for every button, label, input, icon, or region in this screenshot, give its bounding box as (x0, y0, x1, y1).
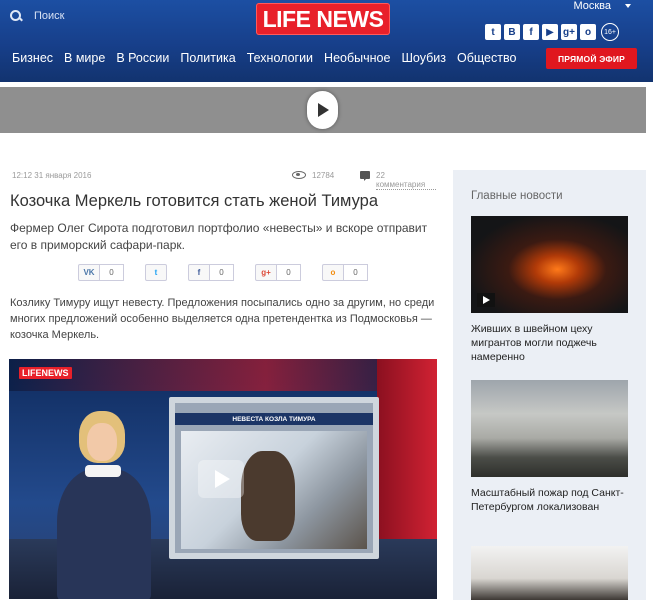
social-links: t В f ▶ g+ о 16+ (485, 23, 619, 41)
city-label[interactable]: Москва (573, 0, 611, 12)
share-count: 0 (210, 264, 234, 281)
screen-caption: НЕВЕСТА КОЗЛА ТИМУРА (175, 413, 373, 425)
city-selector[interactable]: Москва (573, 0, 631, 12)
live-broadcast-button[interactable]: ПРЯМОЙ ЭФИР (546, 48, 637, 69)
news-item[interactable] (471, 546, 628, 600)
share-odnoklassniki-button[interactable]: о 0 (322, 264, 368, 281)
site-logo[interactable]: LIFE NEWS (256, 3, 390, 35)
nav-item-politics[interactable]: Политика (180, 51, 235, 65)
chevron-down-icon[interactable] (625, 4, 631, 8)
article-body: Козлику Тимуру ищут невесту. Предложения… (10, 297, 435, 341)
article-title: Козочка Меркель готовится стать женой Ти… (10, 192, 378, 210)
play-icon[interactable] (307, 91, 338, 129)
play-icon[interactable] (198, 460, 244, 498)
logo-part-news: NEWS (316, 5, 384, 32)
view-count: 12784 (312, 171, 335, 180)
share-vk-button[interactable]: VK 0 (78, 264, 124, 281)
nav-item-showbiz[interactable]: Шоубиз (401, 51, 446, 65)
share-buttons: VK 0 t f 0 g+ 0 о 0 (78, 264, 368, 281)
vk-icon[interactable]: VK (78, 264, 100, 281)
nav-item-world[interactable]: В мире (64, 51, 105, 65)
share-googleplus-button[interactable]: g+ 0 (255, 264, 301, 281)
goat-figure (241, 451, 295, 541)
facebook-icon[interactable]: f (523, 24, 539, 40)
age-rating-badge: 16+ (601, 23, 619, 41)
top-news-sidebar: Главные новости Живших в швейном цеху ми… (453, 170, 646, 600)
news-caption[interactable]: Масштабный пожар под Санкт-Петербургом л… (471, 486, 628, 514)
facebook-icon[interactable]: f (188, 264, 210, 281)
studio-backdrop (9, 359, 437, 391)
nav-item-society[interactable]: Общество (457, 51, 516, 65)
comments-link[interactable]: 22 комментария (376, 171, 436, 190)
presenter-collar (85, 465, 121, 477)
nav-item-russia[interactable]: В России (116, 51, 169, 65)
nav-item-technology[interactable]: Технологии (247, 51, 313, 65)
odnoklassniki-icon[interactable]: о (322, 264, 344, 281)
odnoklassniki-icon[interactable]: о (580, 24, 596, 40)
googleplus-icon[interactable]: g+ (561, 24, 577, 40)
presenter-face (87, 423, 117, 461)
article-video-player[interactable]: LIFENEWS НЕВЕСТА КОЗЛА ТИМУРА (9, 359, 437, 599)
twitter-icon[interactable]: t (485, 24, 501, 40)
presenter-figure (49, 411, 159, 599)
site-header: Поиск LIFE NEWS Москва t В f ▶ g+ о 16+ … (0, 0, 653, 82)
eye-icon (292, 171, 306, 179)
news-item[interactable]: Живших в швейном цеху мигрантов могли по… (471, 216, 628, 364)
twitter-icon[interactable]: t (145, 264, 167, 281)
main-nav: Бизнес В мире В России Политика Технолог… (12, 51, 527, 65)
search-icon[interactable] (10, 10, 22, 22)
share-twitter-button[interactable]: t (145, 264, 167, 281)
share-count: 0 (344, 264, 368, 281)
comment-icon[interactable] (360, 171, 370, 181)
play-icon[interactable] (477, 293, 495, 307)
video-channel-logo: LIFENEWS (19, 367, 72, 379)
article-meta: 12:12 31 января 2016 12784 22 комментари… (12, 171, 436, 190)
share-facebook-button[interactable]: f 0 (188, 264, 234, 281)
news-item[interactable]: Масштабный пожар под Санкт-Петербургом л… (471, 380, 628, 514)
share-count: 0 (100, 264, 124, 281)
ad-video-banner[interactable] (0, 87, 646, 133)
news-caption[interactable]: Живших в швейном цеху мигрантов могли по… (471, 322, 628, 364)
news-thumbnail[interactable] (471, 546, 628, 600)
article-lead: Фермер Олег Сирота подготовил портфолио … (10, 221, 428, 252)
news-thumbnail[interactable] (471, 380, 628, 477)
youtube-icon[interactable]: ▶ (542, 24, 558, 40)
share-count: 0 (277, 264, 301, 281)
news-thumbnail[interactable] (471, 216, 628, 313)
nav-item-unusual[interactable]: Необычное (324, 51, 390, 65)
search-box[interactable]: Поиск (10, 10, 64, 22)
sidebar-heading: Главные новости (471, 190, 563, 202)
presenter-dress (57, 469, 151, 599)
article-date: 12:12 31 января 2016 (12, 171, 92, 180)
googleplus-icon[interactable]: g+ (255, 264, 277, 281)
nav-item-business[interactable]: Бизнес (12, 51, 53, 65)
vk-icon[interactable]: В (504, 24, 520, 40)
search-label[interactable]: Поиск (34, 10, 64, 22)
logo-part-life: LIFE (262, 5, 311, 32)
